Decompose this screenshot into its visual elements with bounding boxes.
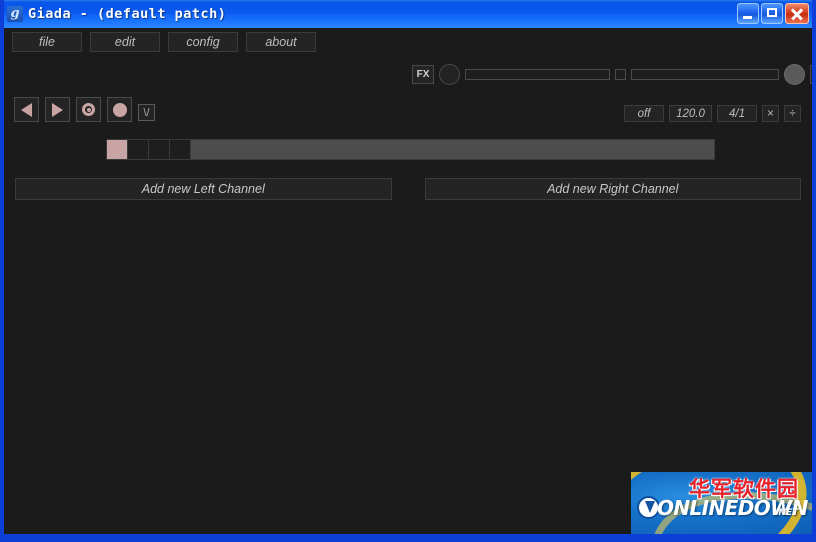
window-controls [737,3,809,24]
title-bar: g Giada - (default patch) [4,0,812,28]
output-vu-meter[interactable] [631,69,779,80]
watermark-tld-text: .NET [775,508,799,518]
output-volume-knob[interactable] [784,64,805,85]
multiply-button[interactable]: × [762,105,779,122]
main-menu-bar: file edit config about [12,32,316,52]
add-left-channel-button[interactable]: Add new Left Channel [15,178,392,200]
beats-field[interactable]: 4/1 [717,105,757,122]
quantizer-button[interactable]: off [624,105,664,122]
input-vu-meter[interactable] [465,69,610,80]
beat-meter [106,139,715,160]
beat-cell-4[interactable] [169,139,190,160]
metronome-button[interactable]: \/ [138,104,155,121]
application-window: g Giada - (default patch) file edit conf… [0,0,816,542]
maximize-button[interactable] [761,3,783,24]
add-right-channel-button[interactable]: Add new Right Channel [424,178,801,200]
play-icon [52,102,63,117]
menu-item-edit[interactable]: edit [90,32,160,52]
beat-cell-2[interactable] [127,139,148,160]
app-logo-icon: g [7,6,23,22]
record-input-icon [112,102,127,117]
watermark-logo: 华军软件园 ONLINEDOWN .NET [631,472,812,534]
record-action-icon [82,103,95,116]
window-title: Giada - (default patch) [28,6,227,22]
divide-button[interactable]: ÷ [784,105,801,122]
mixer-link-button[interactable] [615,69,626,80]
app-content: file edit config about FX FX [4,28,812,534]
play-button[interactable] [45,97,70,122]
rewind-icon [21,102,32,117]
menu-item-config[interactable]: config [168,32,238,52]
fx-out-button[interactable]: FX [810,65,812,84]
minimize-button[interactable] [737,3,759,24]
menu-item-about[interactable]: about [246,32,316,52]
close-button[interactable] [785,3,809,24]
menu-item-file[interactable]: file [12,32,82,52]
record-input-button[interactable] [107,97,132,122]
beat-cell-3[interactable] [148,139,169,160]
channel-columns: Add new Left Channel Add new Right Chann… [15,178,801,200]
record-action-button[interactable] [76,97,101,122]
mixer-strip: FX FX [412,64,812,85]
input-volume-knob[interactable] [439,64,460,85]
bpm-field[interactable]: 120.0 [669,105,712,122]
tempo-controls: off 120.0 4/1 × ÷ [624,105,801,122]
rewind-button[interactable] [14,97,39,122]
beat-meter-fill[interactable] [190,139,715,160]
transport-controls: \/ [14,97,155,122]
beat-cell-1[interactable] [106,139,127,160]
fx-in-button[interactable]: FX [412,65,434,84]
